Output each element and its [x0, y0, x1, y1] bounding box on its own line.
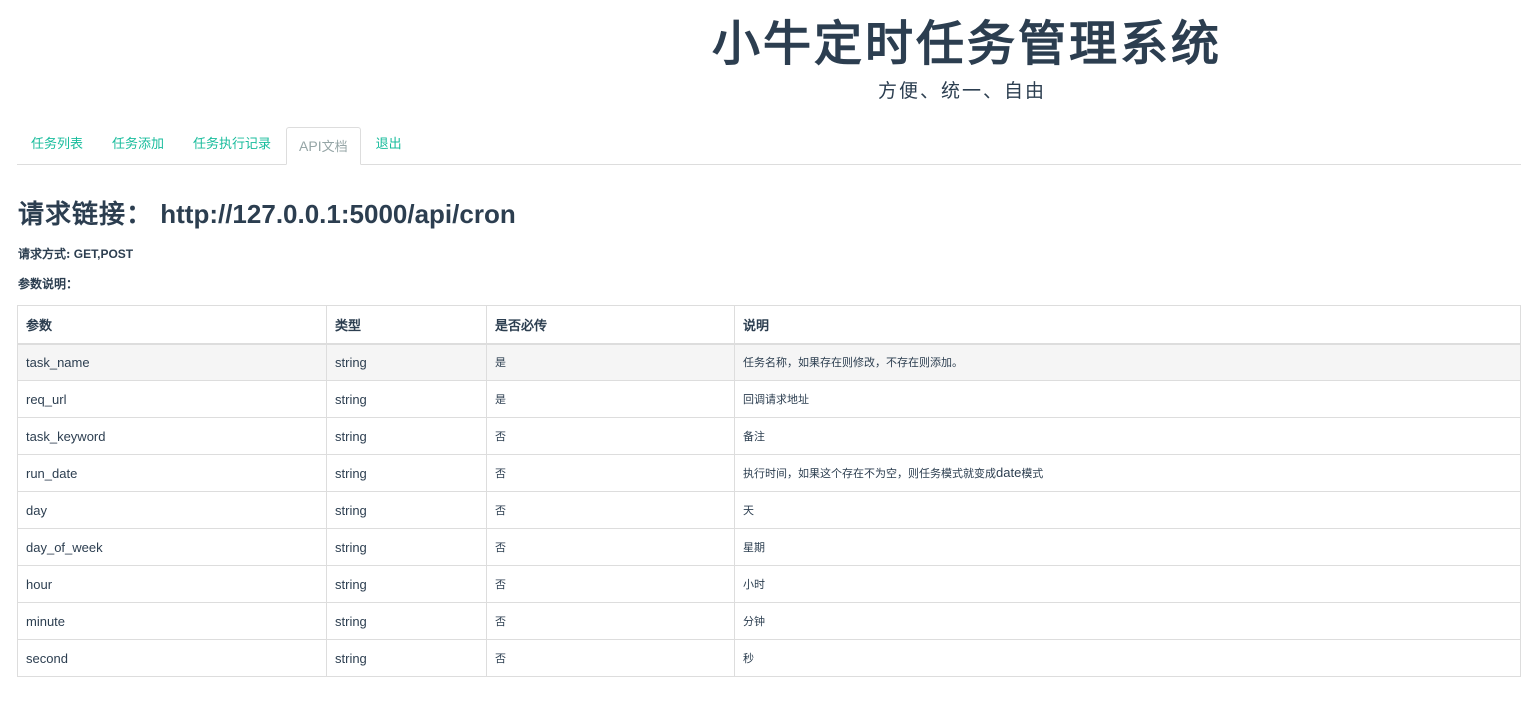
param-required: 是	[486, 380, 735, 418]
param-type: string	[326, 528, 487, 566]
param-description-mode: date	[996, 465, 1022, 480]
page-header: 小牛定时任务管理系统 方便、统一、自由	[0, 0, 1521, 120]
param-type: string	[326, 491, 487, 529]
table-row: day_of_week string 否 星期	[17, 528, 1521, 566]
param-required: 否	[486, 602, 735, 640]
request-method-label: 请求方式:	[18, 247, 71, 261]
table-row: req_url string 是 回调请求地址	[17, 380, 1521, 418]
table-row: task_name string 是 任务名称，如果存在则修改，不存在则添加。	[17, 343, 1521, 381]
request-method-value: GET,POST	[73, 247, 134, 261]
param-type: string	[326, 639, 487, 677]
app-title: 小牛定时任务管理系统	[712, 16, 1223, 72]
column-header-type: 类型	[326, 305, 487, 345]
param-description: 任务名称，如果存在则修改，不存在则添加。	[734, 343, 1521, 381]
param-description: 回调请求地址	[734, 380, 1521, 418]
nav-tabs: 任务列表 任务添加 任务执行记录 API文档 退出	[17, 127, 1521, 165]
param-type: string	[326, 417, 487, 455]
param-name: task_keyword	[17, 417, 327, 455]
param-required: 否	[486, 454, 735, 492]
tab-logout[interactable]: 退出	[362, 127, 416, 163]
tab-task-execution-log[interactable]: 任务执行记录	[179, 127, 285, 163]
param-description-part: 模式	[1021, 467, 1044, 480]
param-required: 否	[486, 528, 735, 566]
param-name: hour	[17, 565, 327, 603]
param-type: string	[326, 565, 487, 603]
param-type: string	[326, 454, 487, 492]
request-url-heading: 请求链接： http://127.0.0.1:5000/api/cron	[18, 196, 516, 233]
table-row: second string 否 秒	[17, 639, 1521, 677]
app-subtitle: 方便、统一、自由	[877, 80, 1046, 102]
param-description-part: 执行时间，如果这个存在不为空，则任务模式就变成	[743, 467, 996, 480]
tab-api-docs[interactable]: API文档	[286, 127, 361, 165]
column-header-param: 参数	[17, 305, 327, 345]
table-header-row: 参数 类型 是否必传 说明	[17, 305, 1521, 345]
param-required: 否	[486, 491, 735, 529]
param-required: 是	[486, 343, 735, 381]
param-name: run_date	[17, 454, 327, 492]
param-type: string	[326, 602, 487, 640]
param-description: 秒	[734, 639, 1521, 677]
param-required: 否	[486, 565, 735, 603]
column-header-required: 是否必传	[486, 305, 735, 345]
param-description: 分钟	[734, 602, 1521, 640]
params-title: 参数说明：	[18, 277, 79, 291]
params-table: 参数 类型 是否必传 说明 task_name string 是 任务名称，如果…	[17, 305, 1521, 677]
param-description: 执行时间，如果这个存在不为空，则任务模式就变成date模式	[734, 454, 1521, 492]
param-description: 备注	[734, 417, 1521, 455]
param-name: day	[17, 491, 327, 529]
request-url: http://127.0.0.1:5000/api/cron	[160, 199, 516, 229]
table-row: minute string 否 分钟	[17, 602, 1521, 640]
param-name: minute	[17, 602, 327, 640]
param-required: 否	[486, 639, 735, 677]
param-description: 小时	[734, 565, 1521, 603]
request-url-label: 请求链接：	[18, 200, 154, 230]
table-row: task_keyword string 否 备注	[17, 417, 1521, 455]
table-row: day string 否 天	[17, 491, 1521, 529]
param-name: second	[17, 639, 327, 677]
param-required: 否	[486, 417, 735, 455]
tab-task-list[interactable]: 任务列表	[17, 127, 97, 163]
param-description: 天	[734, 491, 1521, 529]
param-name: req_url	[17, 380, 327, 418]
tab-task-add[interactable]: 任务添加	[98, 127, 178, 163]
request-method: 请求方式: GET,POST	[18, 246, 133, 262]
param-description: 星期	[734, 528, 1521, 566]
column-header-description: 说明	[734, 305, 1521, 345]
param-name: task_name	[17, 343, 327, 381]
param-type: string	[326, 380, 487, 418]
tab-api-docs-label-cjk: 文档	[321, 140, 348, 155]
tab-api-docs-label-latin: API	[299, 138, 322, 154]
param-name: day_of_week	[17, 528, 327, 566]
table-row: hour string 否 小时	[17, 565, 1521, 603]
table-row: run_date string 否 执行时间，如果这个存在不为空，则任务模式就变…	[17, 454, 1521, 492]
param-type: string	[326, 343, 487, 381]
